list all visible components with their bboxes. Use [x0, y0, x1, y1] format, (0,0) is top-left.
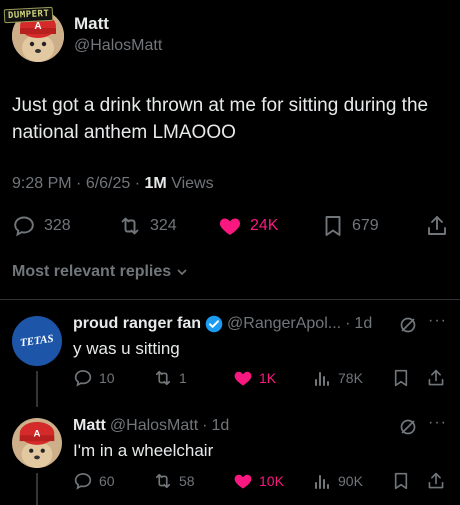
- share-icon[interactable]: [427, 368, 445, 388]
- analytics-icon: [312, 471, 332, 491]
- divider: [0, 299, 460, 300]
- reply-text: y was u sitting: [73, 339, 180, 358]
- replies-sort-label: Most relevant replies: [12, 263, 172, 280]
- reply-count: 328: [44, 217, 71, 234]
- reply-text: I'm in a wheelchair: [73, 441, 214, 460]
- reply-icon: [73, 471, 93, 491]
- repost-icon: [118, 214, 142, 238]
- more-options-icon[interactable]: ···: [428, 414, 447, 432]
- bookmark-icon: [322, 214, 344, 238]
- bookmark-count: 679: [352, 217, 379, 234]
- bookmark-icon[interactable]: [392, 471, 410, 491]
- post-text: Just got a drink thrown at me for sittin…: [12, 95, 429, 143]
- reply-header: Matt @HalosMatt · 1d: [73, 417, 230, 435]
- reply-author-name[interactable]: proud ranger fan: [73, 315, 201, 333]
- repost-icon: [153, 368, 173, 388]
- post-date[interactable]: 6/6/25: [86, 175, 130, 192]
- reply-header: proud ranger fan @RangerApol... · 1d: [73, 315, 373, 333]
- replies-sort-dropdown[interactable]: Most relevant replies: [12, 263, 189, 281]
- reply-button[interactable]: 60: [73, 471, 115, 491]
- bookmark-button[interactable]: 679: [322, 214, 379, 238]
- repost-count: 58: [179, 473, 195, 489]
- reply-author-avatar[interactable]: A: [12, 418, 62, 468]
- reply-author-handle[interactable]: @RangerApol...: [227, 315, 341, 333]
- like-button[interactable]: 10K: [233, 471, 284, 491]
- views-count: 90K: [338, 473, 363, 489]
- post-meta: 9:28 PM · 6/6/25 · 1M Views: [12, 175, 214, 192]
- like-button[interactable]: 24K: [218, 214, 278, 238]
- heart-icon: [218, 214, 242, 238]
- more-options-icon[interactable]: ···: [428, 312, 447, 330]
- repost-count: 324: [150, 217, 177, 234]
- reply-time[interactable]: 1d: [211, 417, 229, 435]
- analytics-icon: [312, 368, 332, 388]
- svg-text:A: A: [34, 428, 41, 439]
- reply-time[interactable]: 1d: [354, 315, 372, 333]
- repost-button[interactable]: 324: [118, 214, 177, 238]
- reply-icon: [73, 368, 93, 388]
- views-count: 1M: [144, 175, 167, 192]
- reply-author-avatar[interactable]: TETAS: [12, 316, 62, 366]
- share-icon: [426, 214, 448, 238]
- views-button[interactable]: 78K: [312, 368, 363, 388]
- views-label: Views: [171, 175, 214, 192]
- bookmark-icon[interactable]: [392, 368, 410, 388]
- svg-text:A: A: [34, 21, 41, 32]
- reply-author-name[interactable]: Matt: [73, 417, 106, 435]
- author-handle[interactable]: @HalosMatt: [74, 37, 162, 55]
- post-time[interactable]: 9:28 PM: [12, 175, 72, 192]
- chevron-down-icon: [175, 265, 189, 279]
- share-button[interactable]: [426, 214, 448, 238]
- grok-icon[interactable]: [399, 418, 417, 436]
- reply-icon: [12, 214, 36, 238]
- author-name[interactable]: Matt: [74, 14, 109, 34]
- heart-icon: [233, 471, 253, 491]
- repost-button[interactable]: 58: [153, 471, 195, 491]
- like-count: 24K: [250, 217, 279, 234]
- avatar-logo-text: TETAS: [19, 332, 55, 350]
- reply-button[interactable]: 10: [73, 368, 115, 388]
- heart-icon: [233, 368, 253, 388]
- like-count: 1K: [259, 370, 277, 386]
- thread-line: [36, 473, 38, 505]
- repost-button[interactable]: 1: [153, 368, 187, 388]
- like-button[interactable]: 1K: [233, 368, 276, 388]
- share-icon[interactable]: [427, 471, 445, 491]
- repost-icon: [153, 471, 173, 491]
- thread-line: [36, 371, 38, 407]
- reply-author-handle[interactable]: @HalosMatt: [110, 417, 198, 435]
- like-count: 10K: [259, 473, 284, 489]
- grok-icon[interactable]: [399, 316, 417, 334]
- repost-count: 1: [179, 370, 187, 386]
- verified-badge-icon: [205, 315, 223, 333]
- views-count: 78K: [338, 370, 363, 386]
- overlay-watermark-tag: DUMPERT: [3, 6, 54, 24]
- views-button[interactable]: 90K: [312, 471, 363, 491]
- reply-count: 60: [99, 473, 115, 489]
- reply-button[interactable]: 328: [12, 214, 71, 238]
- reply-count: 10: [99, 370, 115, 386]
